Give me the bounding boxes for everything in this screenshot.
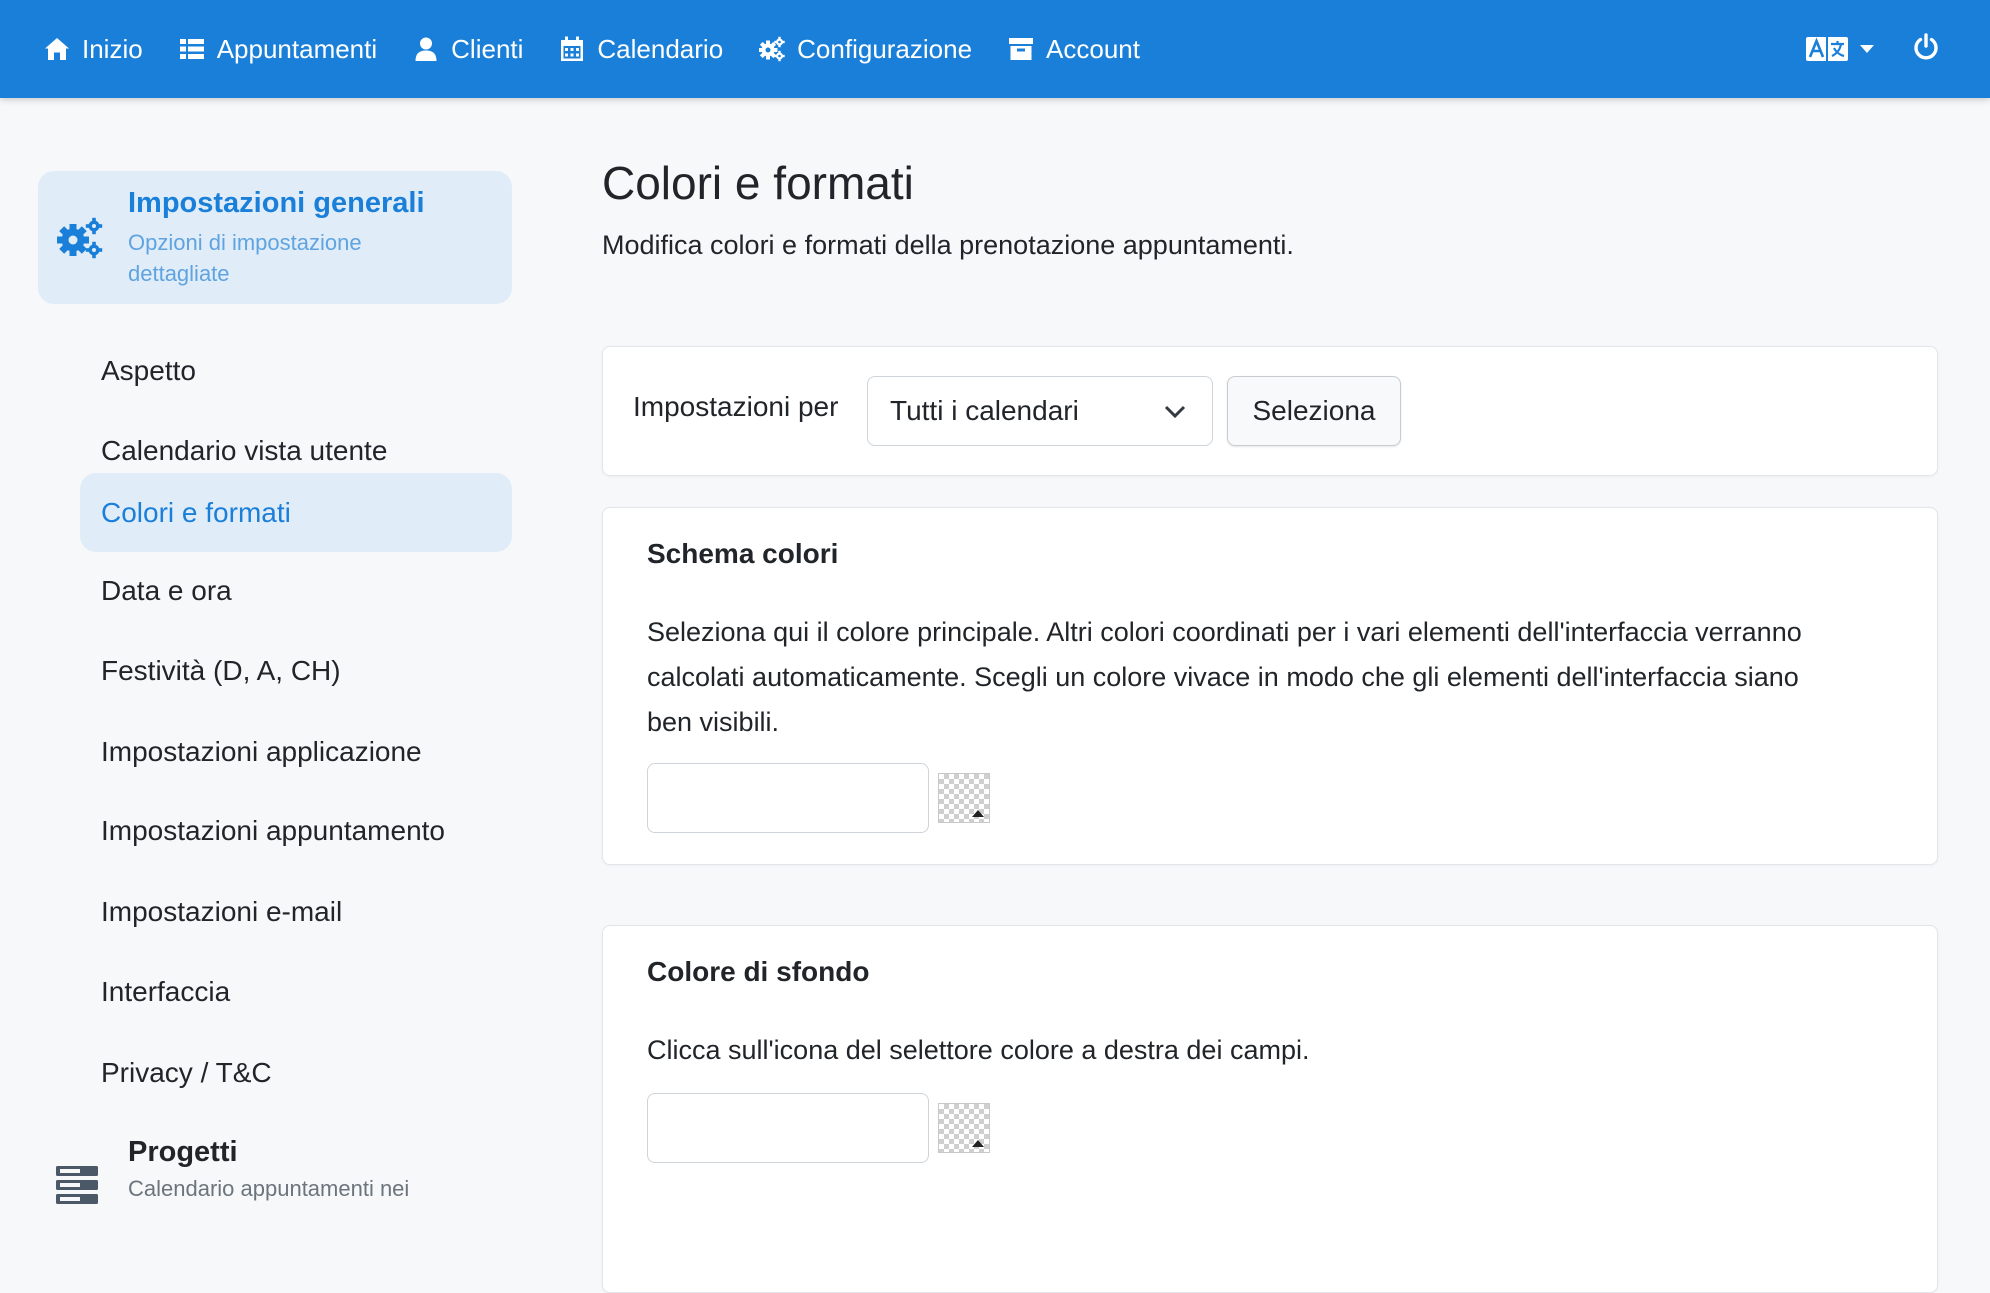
page-title: Colori e formati (602, 157, 914, 209)
chevron-down-icon (1860, 45, 1874, 53)
translate-icon (1806, 37, 1848, 61)
background-color-card: Colore di sfondo Clicca sull'icona del s… (602, 925, 1938, 1293)
server-icon (56, 1166, 98, 1204)
section-title: Colore di sfondo (647, 956, 870, 987)
gears-icon (57, 217, 103, 259)
section-description: Seleziona qui il colore principale. Altr… (647, 617, 1802, 737)
calendar-select[interactable]: Tutti i calendari (867, 376, 1213, 446)
sidebar-item-data-e-ora[interactable]: Data e ora (80, 551, 512, 630)
primary-color-input[interactable] (647, 763, 929, 833)
calendar-select-value: Tutti i calendari (890, 395, 1079, 426)
main-content: Colori e formati Modifica colori e forma… (602, 98, 1938, 1293)
nav-item-calendario[interactable]: Calendario (559, 34, 723, 65)
select-button[interactable]: Seleziona (1227, 376, 1401, 446)
sidebar-group-subtitle: Opzioni di impostazione dettagliate (128, 230, 362, 286)
section-description: Clicca sull'icona del selettore colore a… (647, 1035, 1310, 1065)
sidebar-group-title: Progetti (128, 1136, 238, 1168)
color-scheme-card: Schema colori Seleziona qui il colore pr… (602, 507, 1938, 865)
sidebar-item-aspetto[interactable]: Aspetto (80, 331, 512, 410)
nav-label: Clienti (451, 33, 524, 64)
color-picker-icon[interactable] (938, 1103, 990, 1153)
nav-item-inizio[interactable]: Inizio (44, 34, 143, 65)
sidebar-item-impostazioni-email[interactable]: Impostazioni e-mail (80, 872, 512, 951)
color-picker-icon[interactable] (938, 773, 990, 823)
filter-label: Impostazioni per (633, 391, 839, 422)
power-icon (1914, 32, 1938, 60)
sidebar: Impostazioni generali Opzioni di imposta… (0, 98, 540, 1204)
main-nav: Inizio Appuntamenti Clienti Calendario C… (44, 34, 1176, 65)
sidebar-group-subtitle: Calendario appuntamenti nei (128, 1176, 410, 1201)
nav-label: Configurazione (797, 33, 973, 64)
chevron-down-icon (1164, 405, 1186, 419)
nav-label: Account (1046, 33, 1140, 64)
sidebar-item-interfaccia[interactable]: Interfaccia (80, 952, 512, 1031)
nav-item-clienti[interactable]: Clienti (413, 34, 523, 65)
nav-right (1806, 0, 1990, 98)
nav-item-configurazione[interactable]: Configurazione (759, 34, 972, 65)
language-dropdown[interactable] (1806, 37, 1874, 61)
sidebar-group-progetti[interactable]: Progetti Calendario appuntamenti nei (38, 1130, 512, 1210)
sidebar-group-title: Impostazioni generali (128, 187, 425, 219)
user-icon (415, 37, 437, 61)
sidebar-item-impostazioni-appuntamento[interactable]: Impostazioni appuntamento (80, 791, 512, 870)
list-icon (179, 39, 204, 59)
sidebar-item-colori-e-formati[interactable]: Colori e formati (80, 473, 512, 552)
top-navbar: Inizio Appuntamenti Clienti Calendario C… (0, 0, 1990, 98)
calendar-filter-card: Impostazioni per Tutti i calendari Selez… (602, 346, 1938, 476)
logout-button[interactable] (1912, 32, 1940, 66)
page-description: Modifica colori e formati della prenotaz… (602, 230, 1294, 260)
gears-icon (759, 36, 785, 62)
nav-label: Appuntamenti (216, 33, 378, 64)
nav-item-appuntamenti[interactable]: Appuntamenti (179, 34, 377, 65)
section-title: Schema colori (647, 538, 839, 569)
sidebar-item-impostazioni-applicazione[interactable]: Impostazioni applicazione (80, 712, 512, 791)
calendar-icon (561, 36, 584, 61)
archive-icon (1009, 38, 1034, 60)
sidebar-group-general-settings[interactable]: Impostazioni generali Opzioni di imposta… (38, 171, 512, 304)
nav-label: Inizio (82, 33, 143, 64)
background-color-input[interactable] (647, 1093, 929, 1163)
home-icon (45, 38, 69, 60)
nav-item-account[interactable]: Account (1008, 34, 1140, 65)
nav-label: Calendario (597, 33, 724, 64)
sidebar-item-festivita[interactable]: Festività (D, A, CH) (80, 631, 512, 710)
sidebar-item-privacy[interactable]: Privacy / T&C (80, 1033, 512, 1112)
